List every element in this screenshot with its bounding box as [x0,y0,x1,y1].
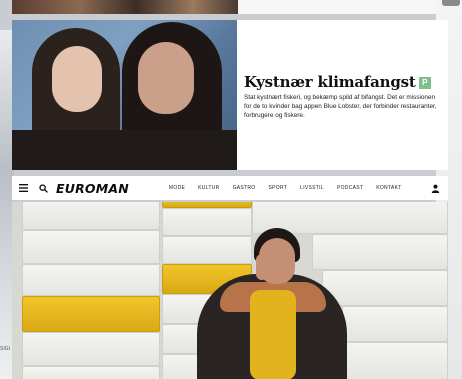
article-photo[interactable] [12,20,237,170]
article-card[interactable]: Kystnær klimafangst P Stat kystnært fiske… [12,20,448,170]
menu-item-livsstil[interactable]: LIVSSTIL [300,185,324,191]
menu-item-podcast[interactable]: PODCAST [337,185,363,191]
menu-item-kultur[interactable]: KULTUR [198,185,219,191]
site-logo[interactable]: EUROMAN [56,181,129,196]
previous-article-text-area [238,0,436,14]
menu-item-kontakt[interactable]: KONTAKT [376,185,401,191]
article-summary: Stat kystnært fiskeri, og bekæmp spild a… [244,94,437,119]
menu-item-sport[interactable]: SPORT [268,185,287,191]
menu-item-mode[interactable]: MODE [169,185,185,191]
user-icon[interactable] [428,181,442,195]
search-icon[interactable] [36,181,50,195]
previous-article-image[interactable] [12,0,238,14]
premium-badge-icon: P [418,77,431,89]
hamburger-menu-icon[interactable] [16,181,30,195]
hero-image[interactable]: ​ [12,202,448,379]
article-title-text[interactable]: Kystnær klimafangst [244,73,416,91]
main-menu: MODE KULTUR GASTRO SPORT LIVSSTIL PODCAS… [169,185,415,191]
screenshot-stage: SIGI Kystnær klimafangst P Stat kystnært … [0,0,462,379]
background-text-fragment: SIGI [0,346,11,352]
article-title[interactable]: Kystnær klimafangst P [244,73,431,91]
site-navigation-bar: EUROMAN MODE KULTUR GASTRO SPORT LIVSSTI… [12,176,448,200]
menu-item-gastro[interactable]: GASTRO [233,185,256,191]
